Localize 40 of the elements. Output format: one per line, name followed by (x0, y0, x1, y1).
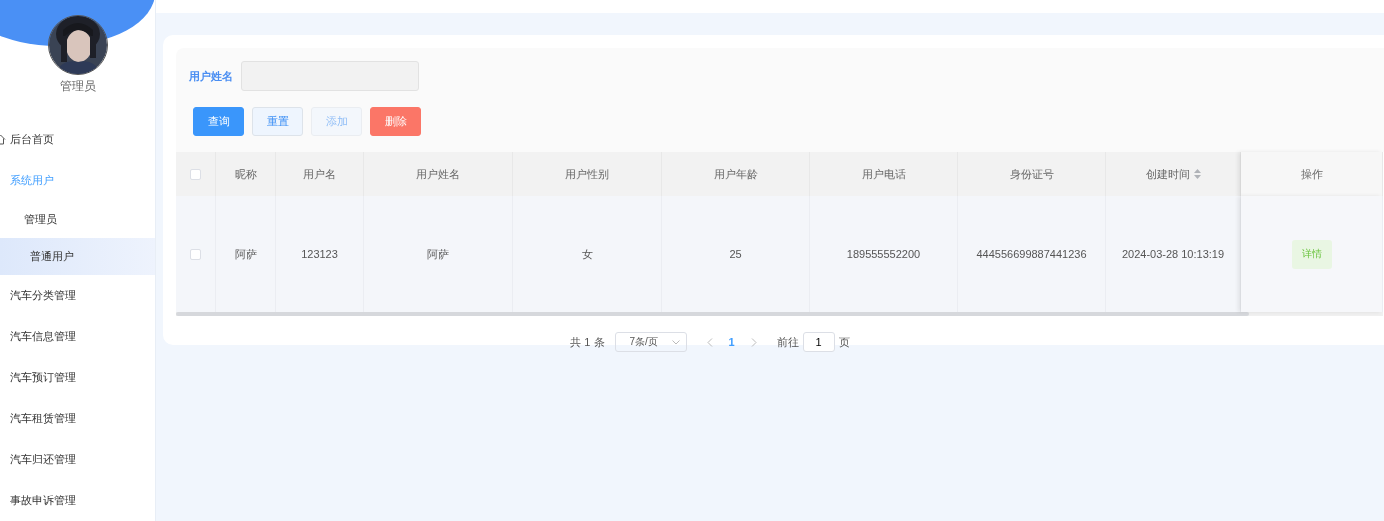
column-header: 用户年龄 (662, 152, 810, 196)
column-header: 操作 (1241, 152, 1383, 196)
table-cell: 189555552200 (810, 196, 958, 312)
input-field[interactable] (241, 61, 419, 91)
submenu-item[interactable]: 管理员 (0, 201, 155, 238)
table-cell: 444556699887441236 (958, 196, 1106, 312)
chevron-right-icon[interactable] (750, 337, 757, 347)
table-cell: 阿萨 (216, 196, 276, 312)
field-label: 用户姓名 (189, 68, 233, 84)
table-cell: 25 (662, 196, 810, 312)
column-header: 昵称 (216, 152, 276, 196)
page-suffix: 页 (838, 334, 850, 350)
menu-item[interactable]: 事故申诉管理 (0, 480, 155, 521)
menu-item[interactable]: 汽车归还管理 (0, 439, 155, 480)
checkbox[interactable] (190, 248, 201, 260)
menu-item[interactable]: 汽车信息管理 (0, 316, 155, 357)
column-header: 身份证号 (958, 152, 1106, 196)
page-input[interactable]: 1 (802, 332, 835, 352)
column-header: 用户名 (276, 152, 364, 196)
goto-label: 前往 (776, 334, 799, 350)
user-name: 管理员 (59, 78, 96, 95)
menu-item[interactable]: 汽车预订管理 (0, 357, 155, 398)
column-header: 创建时间 (1106, 152, 1241, 196)
menu-item[interactable]: 汽车分类管理 (0, 275, 155, 316)
table-cell: 阿萨 (364, 196, 513, 312)
sort-icon[interactable] (1193, 169, 1201, 179)
table-cell: 123123 (276, 196, 364, 312)
checkbox[interactable] (190, 168, 201, 180)
column-header: 用户电话 (810, 152, 958, 196)
column-header: 用户姓名 (364, 152, 513, 196)
submenu-item[interactable]: 普通用户 (0, 238, 155, 275)
page-size-select[interactable]: 7条/页 (614, 332, 687, 352)
column-header: 用户性别 (513, 152, 662, 196)
total-count: 共 1 条 (570, 334, 605, 350)
table-cell: 女 (513, 196, 662, 312)
menu-item[interactable]: 汽车租赁管理 (0, 398, 155, 439)
chevron-down-icon (671, 339, 680, 345)
chevron-left-icon[interactable] (706, 337, 713, 347)
table-cell: 2024-03-28 10:13:19 (1106, 196, 1241, 312)
menu-item[interactable]: 后台首页 (0, 119, 155, 160)
